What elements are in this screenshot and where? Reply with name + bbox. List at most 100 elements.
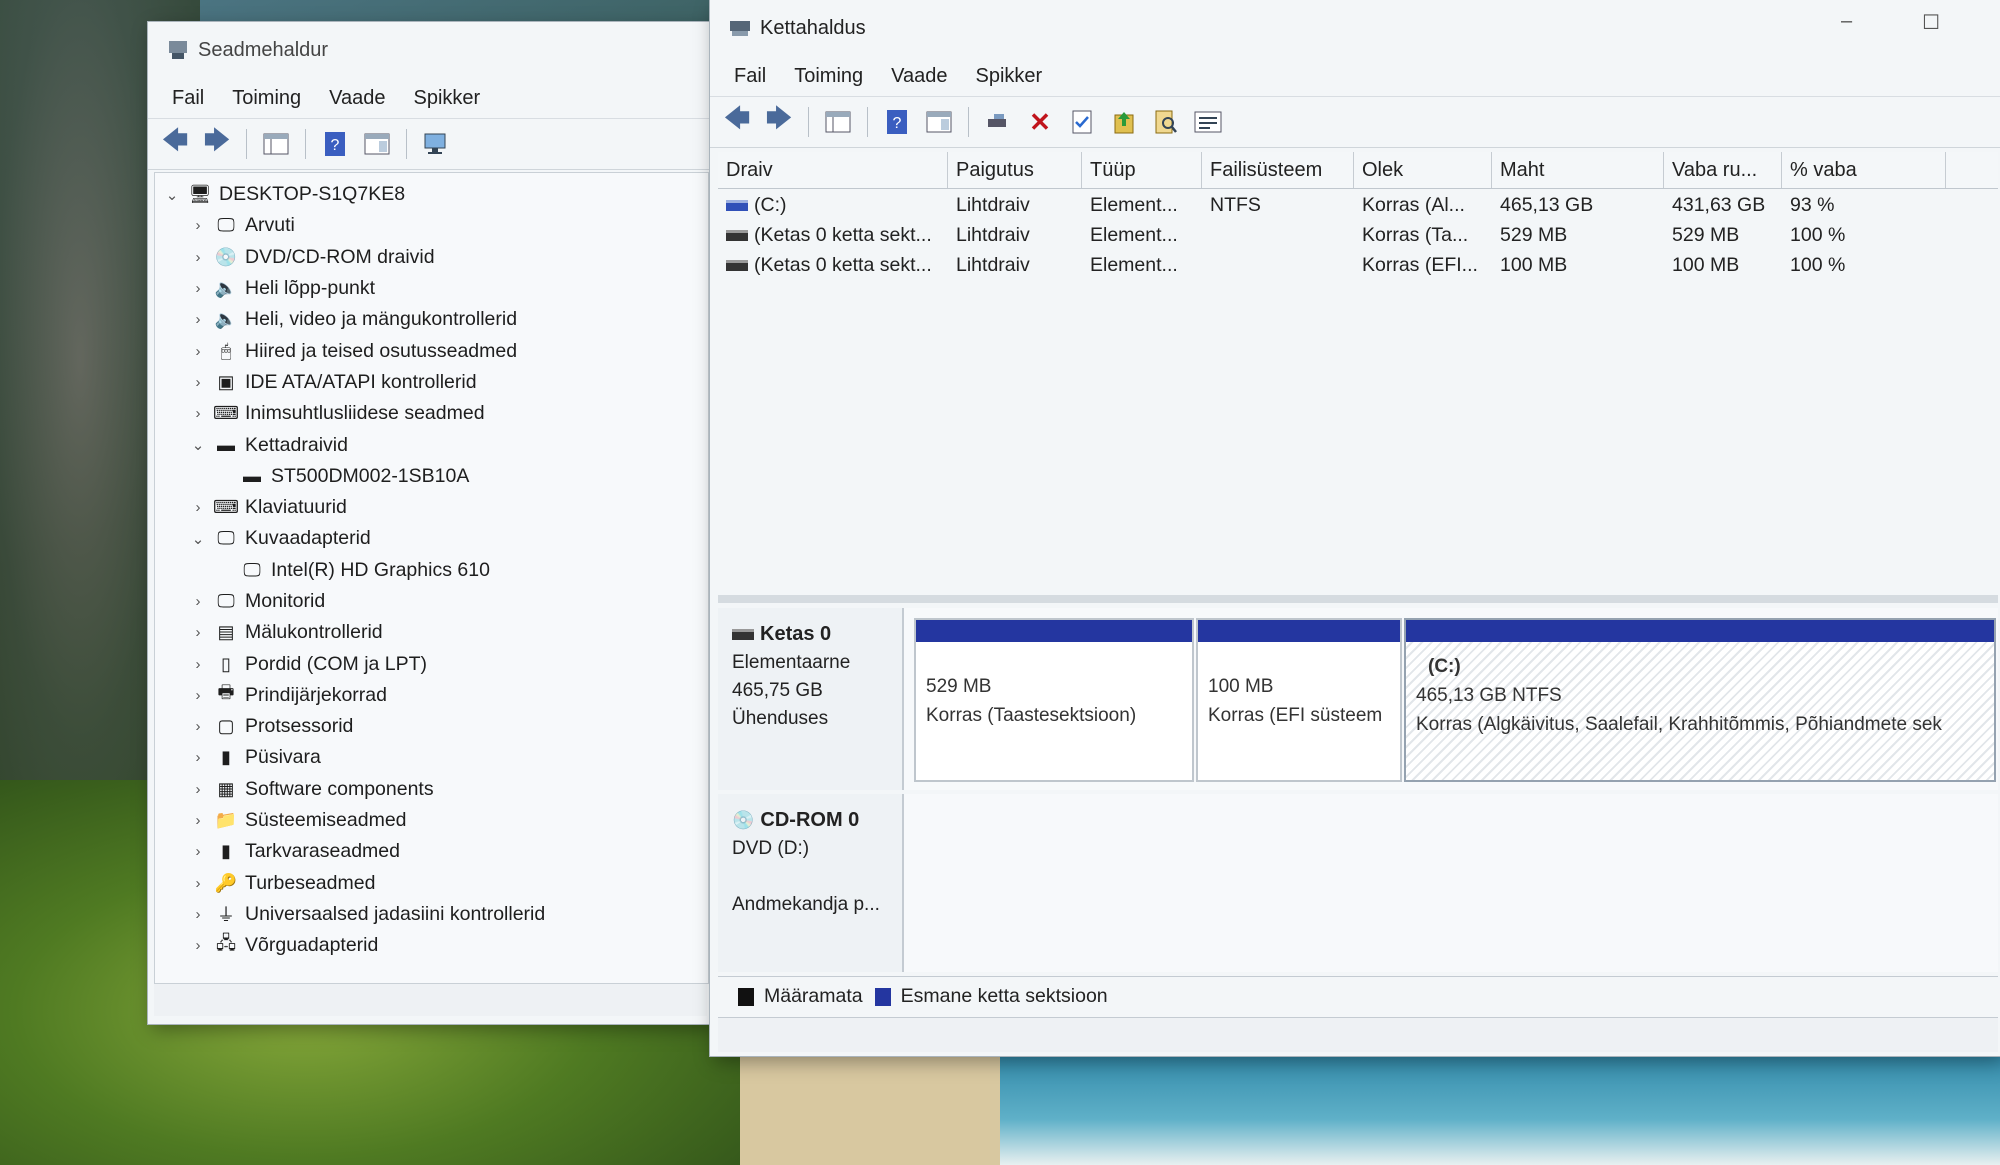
forward-arrow-icon[interactable]: 🡆: [760, 103, 798, 141]
console-tree-icon[interactable]: [257, 125, 295, 163]
chevron-right-icon[interactable]: ›: [187, 906, 209, 923]
chevron-right-icon[interactable]: ›: [187, 593, 209, 610]
chevron-right-icon[interactable]: ›: [187, 812, 209, 829]
help-icon[interactable]: ?: [878, 103, 916, 141]
menu-view[interactable]: Vaade: [877, 65, 961, 88]
device-tree-item[interactable]: › 🔑 Turbeseadmed: [155, 868, 708, 899]
properties-pane-icon[interactable]: [358, 125, 396, 163]
back-arrow-icon[interactable]: 🡄: [718, 103, 756, 141]
delete-icon[interactable]: ✕: [1021, 103, 1059, 141]
scan-hardware-icon[interactable]: [417, 125, 455, 163]
chevron-right-icon[interactable]: ›: [187, 656, 209, 673]
chevron-right-icon[interactable]: ›: [187, 624, 209, 641]
back-arrow-icon[interactable]: 🡄: [156, 125, 194, 163]
console-tree-icon[interactable]: [819, 103, 857, 141]
column-status[interactable]: Olek: [1354, 152, 1492, 188]
device-tree-item[interactable]: ⌄ 🖵 Kuvaadapterid: [155, 523, 708, 554]
cdrom-0-panel: 💿 CD-ROM 0 DVD (D:) Andmekandja p...: [718, 794, 1998, 972]
pane-splitter[interactable]: [718, 595, 1998, 603]
partition-recovery[interactable]: 529 MB Korras (Taastesektsioon): [914, 618, 1194, 782]
volume-row[interactable]: (C:) Lihtdraiv Element... NTFS Korras (A…: [718, 190, 1998, 220]
chevron-right-icon[interactable]: ›: [187, 937, 209, 954]
volume-row[interactable]: (Ketas 0 ketta sekt... Lihtdraiv Element…: [718, 250, 1998, 280]
disk-management-titlebar[interactable]: Kettahaldus: [710, 0, 2000, 56]
volume-drive: (C:): [754, 193, 787, 216]
chevron-right-icon[interactable]: ›: [187, 311, 209, 328]
device-tree-item[interactable]: › 💿 DVD/CD-ROM draivid: [155, 242, 708, 273]
device-tree-item[interactable]: › ⌨ Inimsuhtlusliidese seadmed: [155, 398, 708, 429]
menu-file[interactable]: Fail: [158, 87, 218, 110]
chevron-right-icon[interactable]: ›: [187, 875, 209, 892]
device-tree-item[interactable]: › ▮ Püsivara: [155, 742, 708, 773]
column-capacity[interactable]: Maht: [1492, 152, 1664, 188]
chevron-right-icon[interactable]: ›: [187, 280, 209, 297]
device-tree-item[interactable]: › ⏚ Universaalsed jadasiini kontrollerid: [155, 899, 708, 930]
device-manager-titlebar[interactable]: Seadmehaldur: [148, 22, 713, 78]
column-percent-free[interactable]: % vaba: [1782, 152, 1946, 188]
menu-action[interactable]: Toiming: [780, 65, 877, 88]
device-tree-item[interactable]: › 🔈 Heli, video ja mängukontrollerid: [155, 304, 708, 335]
chevron-down-icon[interactable]: ⌄: [187, 530, 209, 548]
device-tree-item[interactable]: ▬ ST500DM002-1SB10A: [155, 461, 708, 492]
cdrom-0-label[interactable]: 💿 CD-ROM 0 DVD (D:) Andmekandja p...: [718, 794, 904, 972]
chevron-right-icon[interactable]: ›: [187, 687, 209, 704]
port-icon: ▯: [221, 653, 231, 674]
partition-efi[interactable]: 100 MB Korras (EFI süsteem: [1196, 618, 1402, 782]
device-tree-item[interactable]: › 📁 Süsteemiseadmed: [155, 805, 708, 836]
column-filesystem[interactable]: Failisüsteem: [1202, 152, 1354, 188]
device-tree-item[interactable]: › 🖵 Arvuti: [155, 210, 708, 241]
maximize-icon[interactable]: ☐: [1922, 10, 1940, 35]
forward-arrow-icon[interactable]: 🡆: [198, 125, 236, 163]
chevron-right-icon[interactable]: ›: [187, 217, 209, 234]
device-tree-item[interactable]: › ▯ Pordid (COM ja LPT): [155, 648, 708, 679]
device-tree-item[interactable]: 🖵 Intel(R) HD Graphics 610: [155, 555, 708, 586]
chevron-right-icon[interactable]: ›: [187, 718, 209, 735]
menu-action[interactable]: Toiming: [218, 87, 315, 110]
device-tree-item[interactable]: › ▦ Software components: [155, 774, 708, 805]
menu-view[interactable]: Vaade: [315, 87, 399, 110]
chevron-right-icon[interactable]: ›: [187, 249, 209, 266]
properties-pane-icon[interactable]: [920, 103, 958, 141]
menu-help[interactable]: Spikker: [962, 65, 1057, 88]
column-drive[interactable]: Draiv: [718, 152, 948, 188]
device-tree-item[interactable]: › ⌨ Klaviatuurid: [155, 492, 708, 523]
disk-0-label[interactable]: Ketas 0 Elementaarne 465,75 GB Ühenduses: [718, 608, 904, 790]
help-icon[interactable]: ?: [316, 125, 354, 163]
export-icon[interactable]: [1105, 103, 1143, 141]
connect-drive-icon[interactable]: [979, 103, 1017, 141]
device-tree-item[interactable]: › 🔈 Heli lõpp-punkt: [155, 273, 708, 304]
device-tree-item[interactable]: › ▤ Mälukontrollerid: [155, 617, 708, 648]
menu-help[interactable]: Spikker: [400, 87, 495, 110]
chevron-right-icon[interactable]: ›: [187, 499, 209, 516]
column-type[interactable]: Tüüp: [1082, 152, 1202, 188]
chevron-right-icon[interactable]: ›: [187, 781, 209, 798]
search-document-icon[interactable]: [1147, 103, 1185, 141]
volume-percent-free: 100 %: [1790, 223, 1846, 246]
chevron-down-icon[interactable]: ⌄: [187, 436, 209, 454]
device-tree-item[interactable]: › ▣ IDE ATA/ATAPI kontrollerid: [155, 367, 708, 398]
chevron-right-icon[interactable]: ›: [187, 343, 209, 360]
device-tree-item[interactable]: › 🖧 Võrguadapterid: [155, 930, 708, 961]
column-layout[interactable]: Paigutus: [948, 152, 1082, 188]
device-tree-item[interactable]: › ▮ Tarkvaraseadmed: [155, 836, 708, 867]
device-tree-item[interactable]: › 🖱 Hiired ja teised osutusseadmed: [155, 335, 708, 366]
minimize-icon[interactable]: –: [1841, 10, 1852, 35]
volume-row[interactable]: (Ketas 0 ketta sekt... Lihtdraiv Element…: [718, 220, 1998, 250]
chevron-right-icon[interactable]: ›: [187, 405, 209, 422]
device-tree-item[interactable]: ⌄ 🖥 DESKTOP-S1Q7KE8: [155, 179, 708, 210]
device-tree-item[interactable]: ⌄ ▬ Kettadraivid: [155, 429, 708, 460]
chevron-right-icon[interactable]: ›: [187, 749, 209, 766]
chevron-right-icon[interactable]: ›: [187, 843, 209, 860]
chevron-down-icon[interactable]: ⌄: [161, 186, 183, 204]
device-tree: ⌄ 🖥 DESKTOP-S1Q7KE8 › 🖵 Arvuti › 💿 DVD/CD-ROM dr…: [154, 172, 709, 984]
device-tree-item[interactable]: › ▢ Protsessorid: [155, 711, 708, 742]
device-tree-item[interactable]: › 🖵 Monitorid: [155, 586, 708, 617]
checklist-icon[interactable]: [1063, 103, 1101, 141]
firmware-icon: ▮: [221, 747, 231, 768]
device-tree-item[interactable]: › 🖶 Prindijärjekorrad: [155, 680, 708, 711]
column-free-space[interactable]: Vaba ru...: [1664, 152, 1782, 188]
menu-file[interactable]: Fail: [720, 65, 780, 88]
settings-list-icon[interactable]: [1189, 103, 1227, 141]
chevron-right-icon[interactable]: ›: [187, 374, 209, 391]
partition-c[interactable]: (C:) 465,13 GB NTFS Korras (Algkäivitus,…: [1404, 618, 1996, 782]
